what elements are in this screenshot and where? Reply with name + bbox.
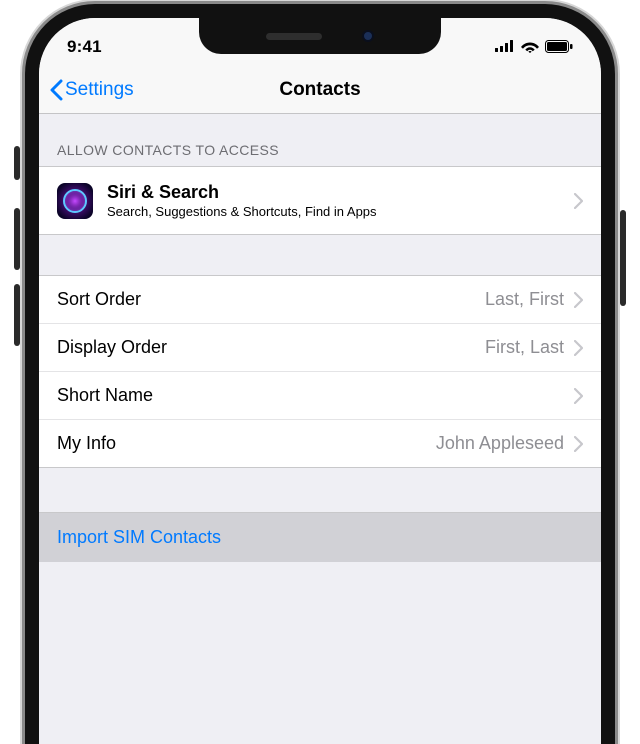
my-info-value: John Appleseed [436, 433, 564, 454]
cell-content: Siri & Search Search, Suggestions & Shor… [107, 182, 574, 219]
status-time: 9:41 [67, 27, 102, 57]
sort-order-label: Sort Order [57, 289, 485, 310]
chevron-left-icon [49, 79, 63, 101]
sort-order-value: Last, First [485, 289, 564, 310]
chevron-right-icon [574, 388, 583, 404]
section-spacer [39, 235, 601, 275]
chevron-right-icon [574, 292, 583, 308]
chevron-right-icon [574, 193, 583, 209]
section-header-access: ALLOW CONTACTS TO ACCESS [39, 114, 601, 166]
siri-subtitle: Search, Suggestions & Shortcuts, Find in… [107, 204, 574, 219]
section-spacer [39, 468, 601, 512]
volume-up-button[interactable] [14, 208, 20, 270]
chevron-right-icon [574, 436, 583, 452]
back-label: Settings [65, 79, 134, 101]
screen: 9:41 Settings Contacts ALLOW CONTACTS TO… [39, 18, 601, 744]
display-order-label: Display Order [57, 337, 485, 358]
row-import-sim-contacts[interactable]: Import SIM Contacts [39, 512, 601, 562]
siri-title: Siri & Search [107, 182, 574, 203]
notch [199, 18, 441, 54]
speaker-grille [266, 33, 322, 40]
phone-frame: 9:41 Settings Contacts ALLOW CONTACTS TO… [25, 4, 615, 744]
siri-icon [57, 183, 93, 219]
cellular-icon [495, 40, 515, 52]
my-info-label: My Info [57, 433, 436, 454]
row-my-info[interactable]: My Info John Appleseed [39, 420, 601, 468]
page-title: Contacts [279, 79, 360, 101]
battery-icon [545, 40, 573, 53]
front-camera [362, 30, 374, 42]
mute-switch[interactable] [14, 146, 20, 180]
display-order-value: First, Last [485, 337, 564, 358]
power-button[interactable] [620, 210, 626, 306]
row-display-order[interactable]: Display Order First, Last [39, 324, 601, 372]
row-sort-order[interactable]: Sort Order Last, First [39, 276, 601, 324]
status-icons [495, 32, 573, 53]
row-short-name[interactable]: Short Name [39, 372, 601, 420]
wifi-icon [521, 40, 539, 53]
row-siri-search[interactable]: Siri & Search Search, Suggestions & Shor… [39, 167, 601, 235]
import-sim-label: Import SIM Contacts [57, 527, 221, 548]
short-name-label: Short Name [57, 385, 574, 406]
chevron-right-icon [574, 340, 583, 356]
volume-down-button[interactable] [14, 284, 20, 346]
nav-bar: Settings Contacts [39, 66, 601, 114]
back-button[interactable]: Settings [49, 79, 134, 101]
